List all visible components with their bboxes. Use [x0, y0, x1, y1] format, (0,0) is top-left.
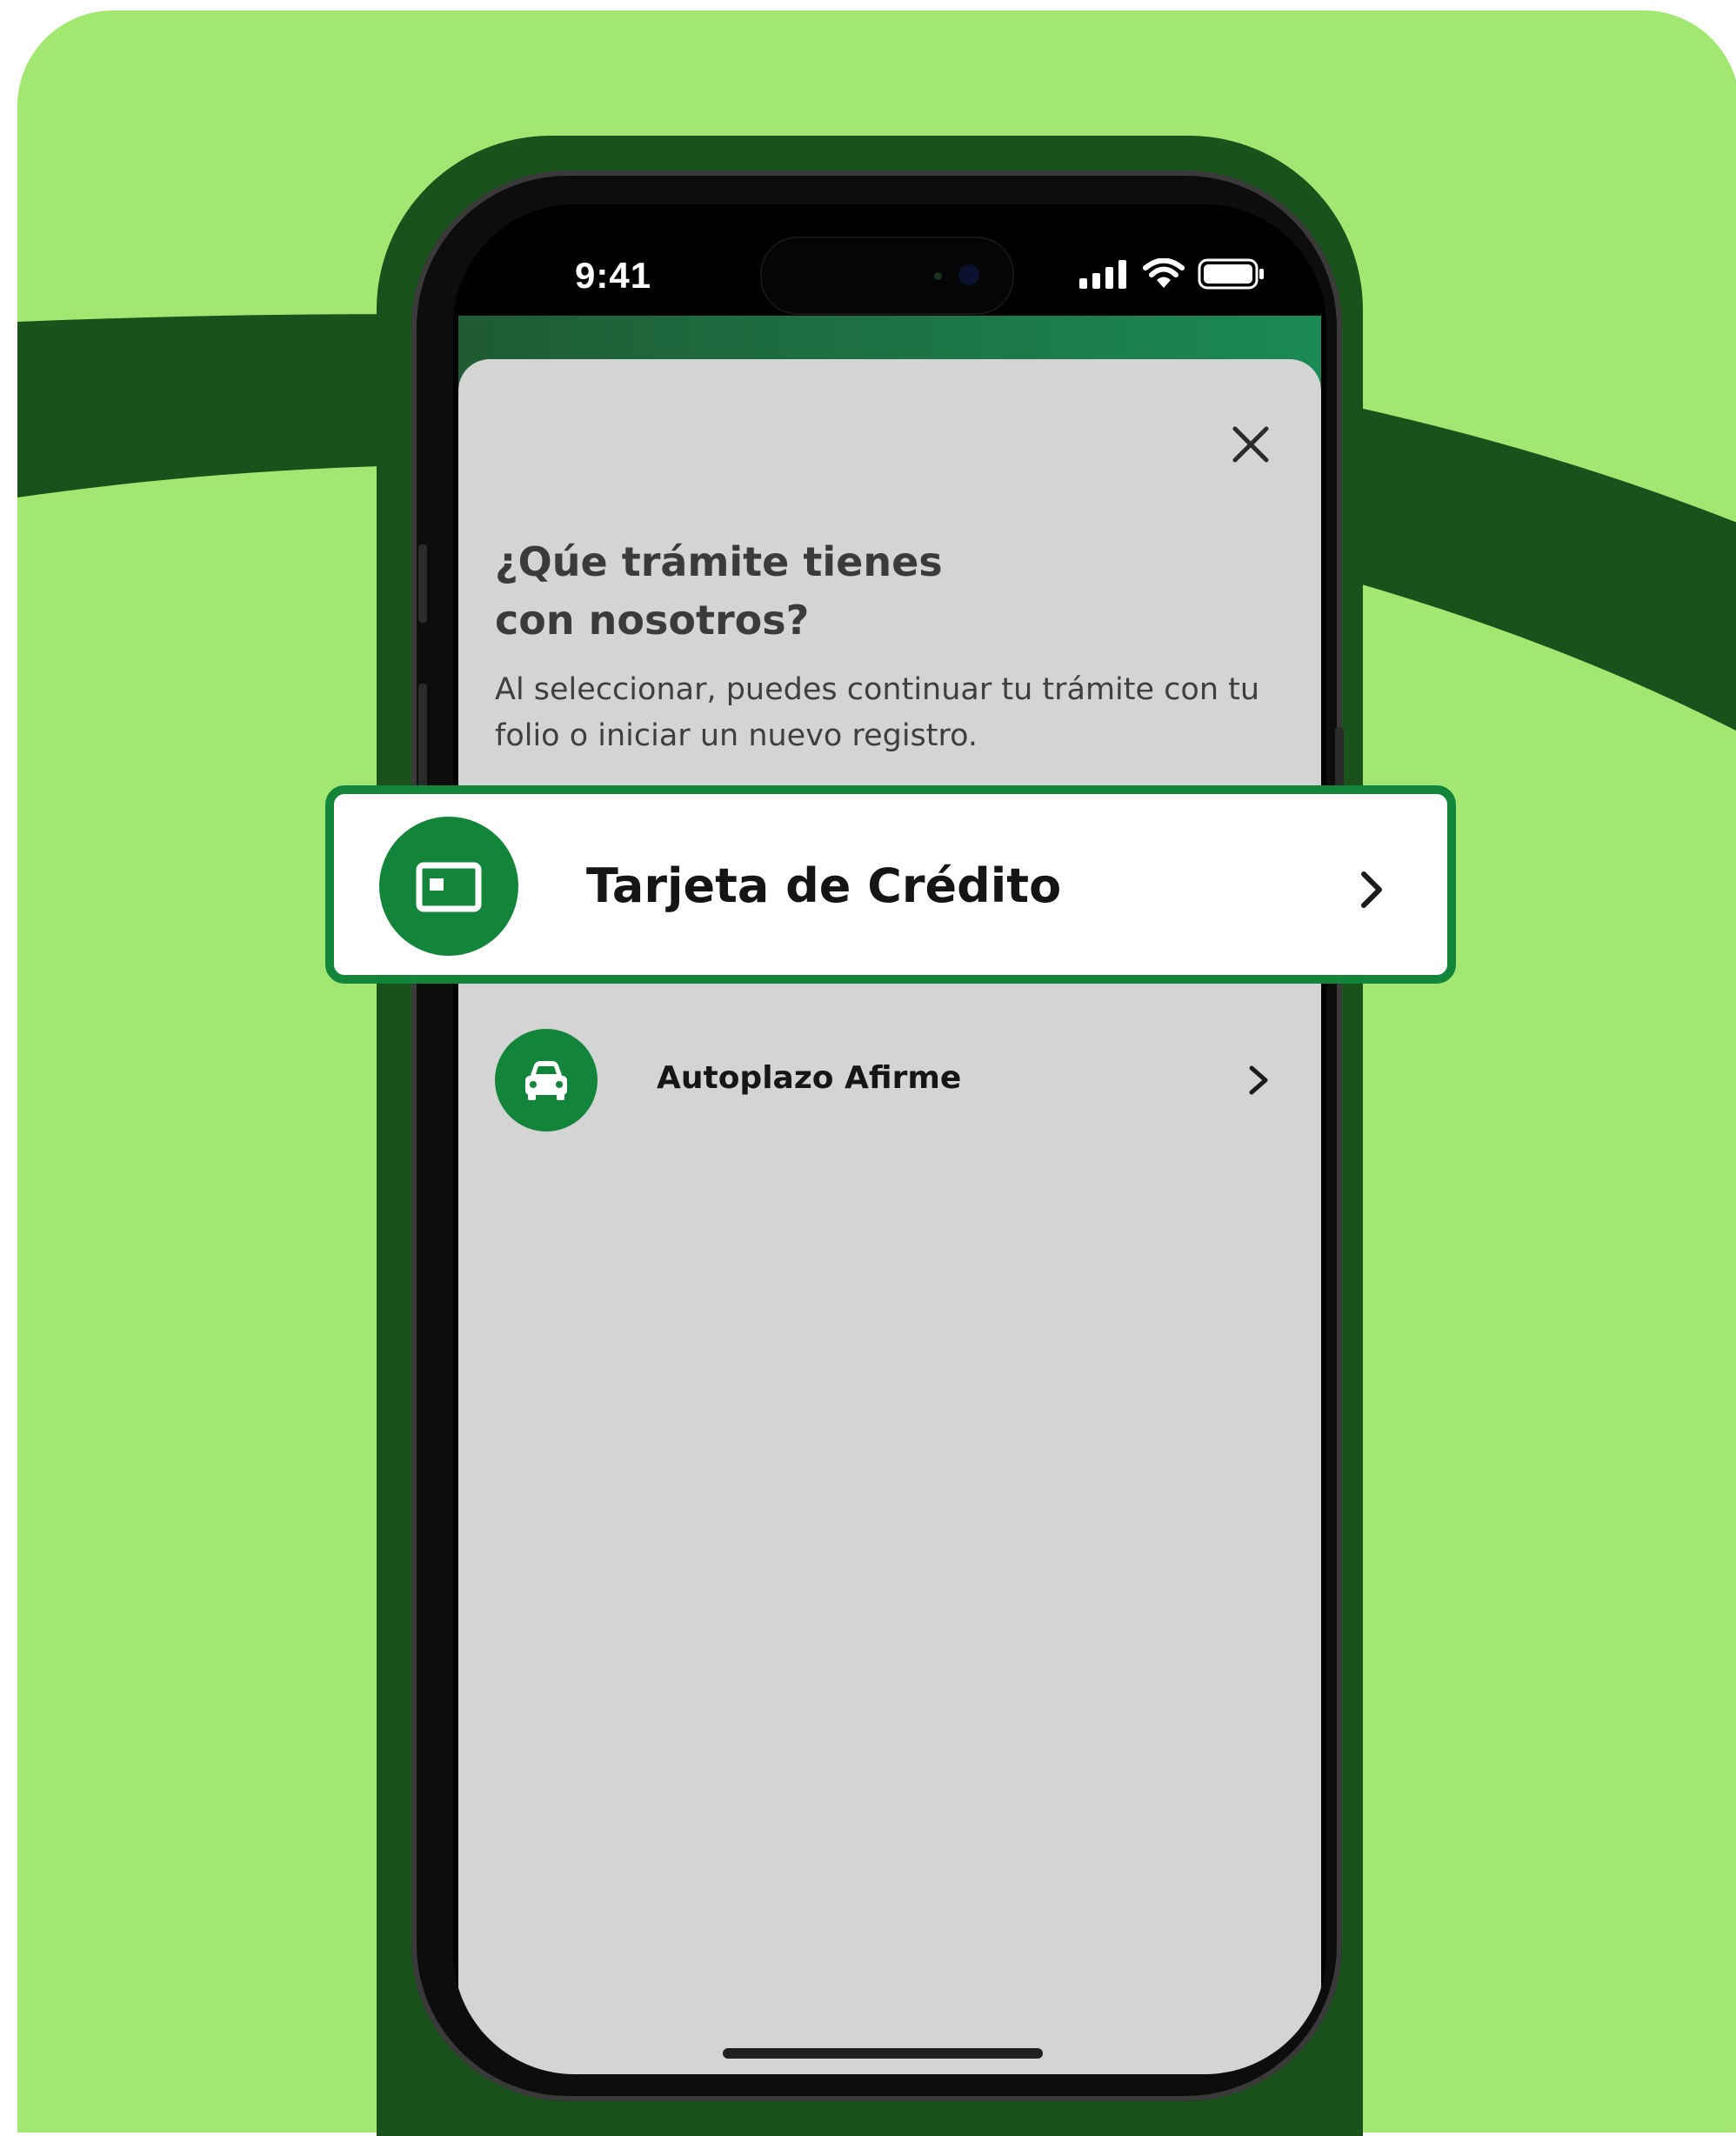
dynamic-island	[760, 237, 1014, 315]
bottom-sheet: ¿Qúe trámite tienes con nosotros? Al sel…	[458, 359, 1321, 2074]
sheet-description: Al seleccionar, puedes continuar tu trám…	[495, 667, 1295, 759]
option-tarjeta-de-credito[interactable]: Tarjeta de Crédito	[325, 785, 1456, 984]
option-autoplazo-afirme[interactable]: Autoplazo Afirme	[495, 1029, 1278, 1131]
credit-card-icon	[379, 817, 518, 956]
camera-lens	[958, 264, 979, 285]
phone-side-button	[418, 544, 427, 623]
wifi-icon	[1143, 258, 1185, 288]
sheet-title-line: ¿Qúe trámite tienes	[495, 538, 943, 585]
status-time: 9:41	[575, 255, 652, 296]
chevron-right-icon	[1361, 871, 1382, 908]
option-label: Autoplazo Afirme	[657, 1060, 962, 1096]
car-icon	[495, 1029, 598, 1131]
status-bar: 9:41	[453, 204, 1326, 317]
option-label: Tarjeta de Crédito	[586, 858, 1062, 913]
sheet-title: ¿Qúe trámite tienes con nosotros?	[495, 533, 1104, 650]
close-icon[interactable]	[1228, 422, 1273, 467]
chevron-right-icon	[1249, 1065, 1268, 1095]
signal-icon	[1079, 260, 1126, 289]
sheet-description-line: folio o iniciar un nuevo registro.	[495, 718, 978, 753]
sensor-dot	[934, 272, 942, 280]
phone-screen: 9:41 ¿Qúe trámite tienes con nosotros? A…	[453, 204, 1326, 2074]
battery-icon	[1198, 258, 1264, 290]
sheet-description-line: Al seleccionar, puedes continuar tu trám…	[495, 672, 1260, 707]
sheet-title-line: con nosotros?	[495, 597, 810, 644]
home-indicator[interactable]	[723, 2048, 1043, 2059]
